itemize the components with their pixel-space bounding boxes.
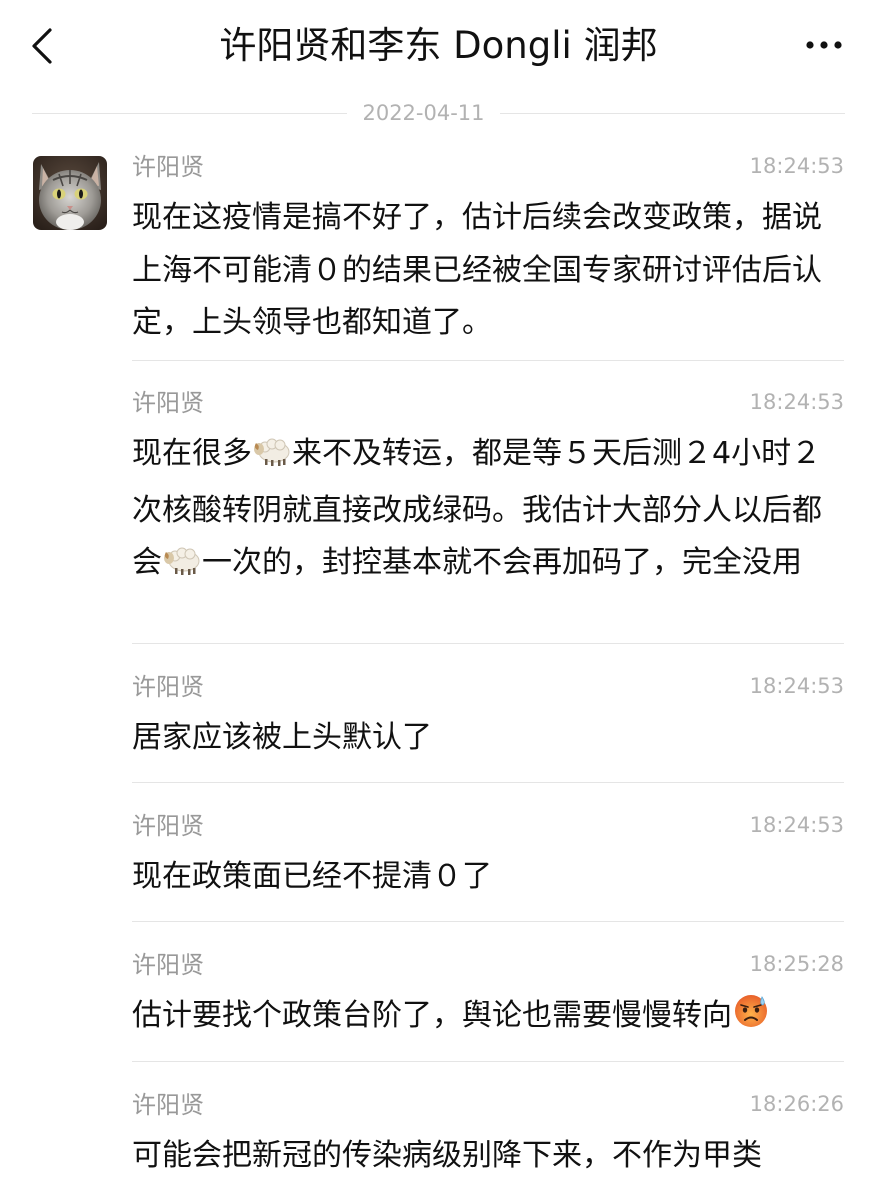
cat-avatar-image bbox=[33, 156, 107, 230]
message-text: 估计要找个政策台阶了，舆论也需要慢慢转向 bbox=[132, 990, 844, 1047]
sender-name: 许阳贤 bbox=[132, 951, 204, 979]
top-bar: 许阳贤和李东 Dongli 润邦 bbox=[0, 0, 877, 92]
message-timestamp: 18:26:26 bbox=[749, 1092, 844, 1116]
sender-name: 许阳贤 bbox=[132, 1091, 204, 1119]
message-text-part: 现在很多 bbox=[132, 436, 252, 471]
message-text: 现在这疫情是搞不好了，估计后续会改变政策，据说上海不可能清０的结果已经被全国专家… bbox=[132, 200, 822, 340]
message-timestamp: 18:24:53 bbox=[749, 390, 844, 414]
date-divider: 2022-04-11 bbox=[32, 98, 845, 128]
message-separator bbox=[132, 360, 844, 361]
message-timestamp: 18:24:53 bbox=[749, 154, 844, 178]
sender-name: 许阳贤 bbox=[132, 673, 204, 701]
sender-name: 许阳贤 bbox=[132, 389, 204, 417]
more-button[interactable] bbox=[801, 30, 847, 60]
sender-name: 许阳贤 bbox=[132, 812, 204, 840]
message-text-part: 一次的，封控基本就不会再加码了，完全没用 bbox=[202, 545, 802, 580]
sheep-emoji bbox=[252, 432, 292, 485]
divider-line bbox=[32, 113, 347, 114]
divider-line bbox=[500, 113, 845, 114]
message-text: 现在政策面已经不提清０了 bbox=[132, 859, 492, 894]
message-separator bbox=[132, 782, 844, 783]
message-text: 可能会把新冠的传染病级别降下来，不作为甲类 bbox=[132, 1138, 762, 1173]
message-text: 居家应该被上头默认了 bbox=[132, 720, 432, 755]
message-separator bbox=[132, 1061, 844, 1062]
sheep-emoji bbox=[162, 541, 202, 594]
message-timestamp: 18:24:53 bbox=[749, 674, 844, 698]
message-timestamp: 18:24:53 bbox=[749, 813, 844, 837]
chevron-left-icon bbox=[32, 28, 52, 64]
back-button[interactable] bbox=[24, 20, 68, 72]
message-timestamp: 18:25:28 bbox=[749, 952, 844, 976]
message-separator bbox=[132, 643, 844, 644]
message-separator bbox=[132, 921, 844, 922]
date-label: 2022-04-11 bbox=[362, 101, 485, 125]
message-text-part: 估计要找个政策台阶了，舆论也需要慢慢转向 bbox=[132, 998, 732, 1033]
avatar[interactable] bbox=[33, 156, 107, 230]
chat-title: 许阳贤和李东 Dongli 润邦 bbox=[219, 24, 658, 67]
message-text: 现在很多 来不及转运，都是等５天后测２4小时２次核酸转阴就直接改成绿码。我估计大… bbox=[132, 428, 844, 594]
anxious-sweat-face-emoji bbox=[732, 991, 770, 1047]
ellipsis-icon bbox=[806, 41, 842, 49]
sender-name: 许阳贤 bbox=[132, 153, 204, 181]
